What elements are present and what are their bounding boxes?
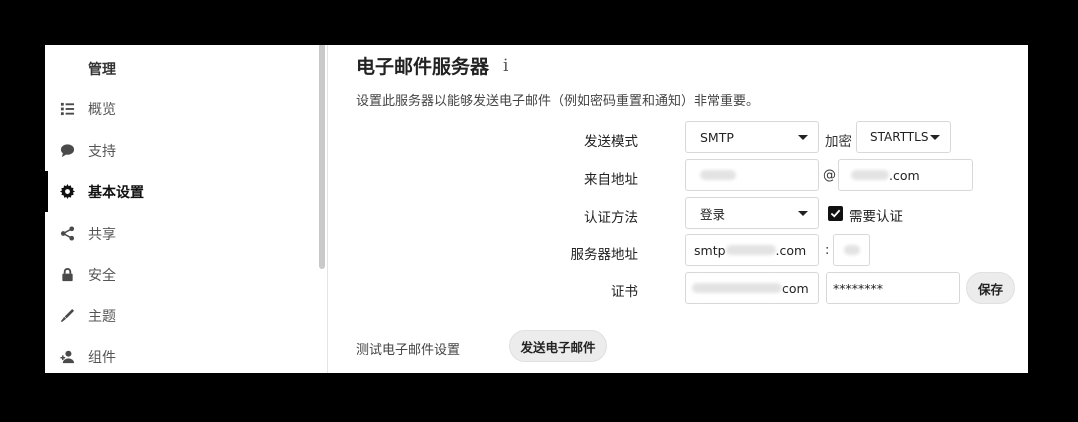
sidebar-item-label: 概览 [88, 101, 116, 118]
username-suffix: com [782, 280, 809, 296]
server-host-input[interactable]: smtp .com [685, 234, 819, 266]
redacted-text [844, 245, 860, 255]
gear-icon [59, 184, 75, 200]
from-address-label: 来自地址 [584, 172, 638, 188]
sidebar-item-components[interactable]: 组件 [45, 336, 315, 373]
from-address-local-input[interactable] [685, 159, 819, 191]
auth-method-select[interactable]: 登录 [685, 197, 819, 229]
redacted-text [700, 170, 736, 180]
checkmark-icon [830, 209, 841, 218]
list-icon [59, 101, 75, 117]
encryption-select[interactable]: STARTTLS [856, 121, 951, 153]
host-suffix: .com [775, 242, 807, 258]
sidebar-item-label: 共享 [88, 226, 116, 243]
paint-brush-icon [59, 308, 75, 324]
redacted-text [725, 245, 776, 255]
admin-window: 管理 概览 支持 基本设置 共享 安全 主题 组件 电子邮件服务器 i 设置此服… [45, 45, 1028, 373]
credentials-username-input[interactable]: com [685, 272, 819, 304]
section-title: 电子邮件服务器 i [356, 52, 508, 79]
domain-suffix: .com [889, 167, 920, 183]
sidebar-item-sharing[interactable]: 共享 [45, 213, 315, 254]
sidebar-item-label: 支持 [88, 143, 116, 160]
sidebar-item-label: 主题 [88, 308, 116, 325]
password-value: ******** [833, 280, 883, 296]
redacted-text [851, 170, 889, 180]
sidebar-scrollbar[interactable] [319, 45, 325, 269]
sidebar-item-security[interactable]: 安全 [45, 254, 315, 295]
credentials-password-input[interactable]: ******** [826, 272, 960, 304]
email-server-section: 电子邮件服务器 i 设置此服务器以能够发送电子邮件（例如密码重置和通知）非常重要… [328, 45, 1028, 373]
send-mode-select[interactable]: SMTP [685, 121, 819, 153]
user-add-icon [59, 349, 75, 365]
redacted-text [692, 283, 782, 293]
encryption-value: STARTTLS [870, 130, 929, 144]
send-email-button[interactable]: 发送电子邮件 [509, 330, 607, 362]
from-address-domain-input[interactable]: .com [838, 159, 973, 191]
chat-bubble-icon [59, 143, 75, 159]
credentials-label: 证书 [611, 284, 638, 300]
save-button[interactable]: 保存 [966, 272, 1015, 304]
send-mode-label: 发送模式 [584, 134, 638, 150]
auth-method-value: 登录 [700, 206, 726, 222]
sidebar-item-label: 安全 [88, 267, 116, 284]
encryption-label: 加密 [825, 134, 852, 150]
host-prefix: smtp [694, 242, 726, 258]
section-description: 设置此服务器以能够发送电子邮件（例如密码重置和通知）非常重要。 [356, 94, 760, 109]
port-separator: : [825, 243, 830, 258]
at-symbol: @ [823, 168, 836, 183]
send-mode-value: SMTP [700, 129, 734, 145]
server-address-label: 服务器地址 [570, 247, 639, 263]
lock-icon [59, 267, 75, 283]
sidebar-item-theming[interactable]: 主题 [45, 295, 315, 336]
server-port-input[interactable] [833, 234, 870, 266]
test-email-label: 测试电子邮件设置 [356, 343, 461, 358]
sidebar-heading: 管理 [88, 62, 116, 78]
share-icon [59, 226, 75, 242]
sidebar-item-label: 组件 [88, 349, 116, 366]
sidebar-item-support[interactable]: 支持 [45, 130, 315, 171]
admin-sidebar: 管理 概览 支持 基本设置 共享 安全 主题 组件 [45, 45, 328, 373]
sidebar-item-basic-settings[interactable]: 基本设置 [45, 171, 318, 212]
auth-required-checkbox[interactable] [828, 206, 843, 221]
info-icon[interactable]: i [503, 56, 508, 76]
auth-required-label: 需要认证 [849, 209, 903, 225]
sidebar-item-label: 基本设置 [88, 184, 144, 201]
auth-method-label: 认证方法 [584, 210, 638, 226]
sidebar-item-overview[interactable]: 概览 [45, 88, 315, 129]
section-title-text: 电子邮件服务器 [356, 56, 490, 78]
